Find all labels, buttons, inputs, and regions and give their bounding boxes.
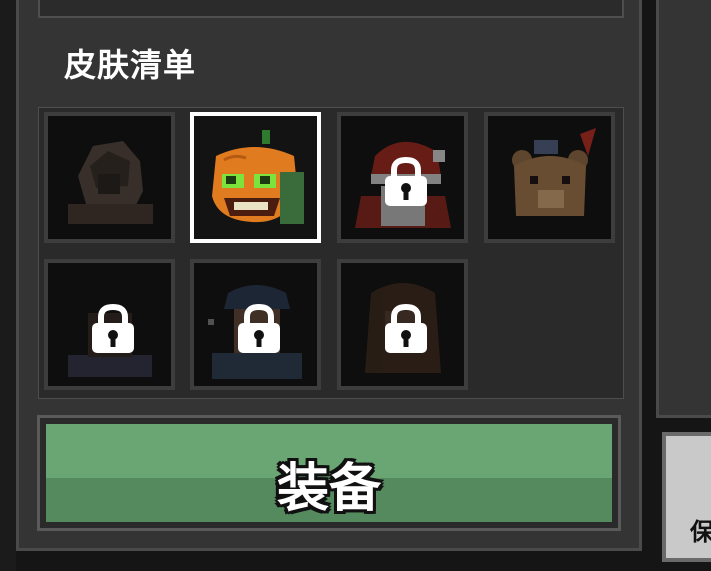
left-edge-panel <box>0 0 16 571</box>
skin-slot-3[interactable] <box>337 112 468 243</box>
skin-slot-1[interactable] <box>44 112 175 243</box>
skin-slot-5[interactable] <box>44 259 175 390</box>
preview-box <box>38 0 624 18</box>
pumpkin-head-icon <box>212 130 304 224</box>
hooded-knight-icon <box>68 141 153 224</box>
side-panel <box>656 0 711 418</box>
teddy-bear-icon <box>512 128 596 216</box>
lock-icon <box>385 303 427 353</box>
corner-button-label: 保 <box>690 518 711 546</box>
equip-button[interactable]: 装备 <box>37 415 621 531</box>
corner-button[interactable]: 保 <box>662 432 711 562</box>
lock-icon <box>238 303 280 353</box>
equip-button-label: 装备 <box>276 459 381 519</box>
skin-slot-7[interactable] <box>337 259 468 390</box>
lock-icon <box>92 303 134 353</box>
skin-slot-4[interactable] <box>484 112 615 243</box>
skin-slot-2[interactable] <box>190 112 321 243</box>
lock-icon <box>385 156 427 206</box>
skin-list-title: 皮肤清单 <box>64 46 197 84</box>
skin-slot-6[interactable] <box>190 259 321 390</box>
